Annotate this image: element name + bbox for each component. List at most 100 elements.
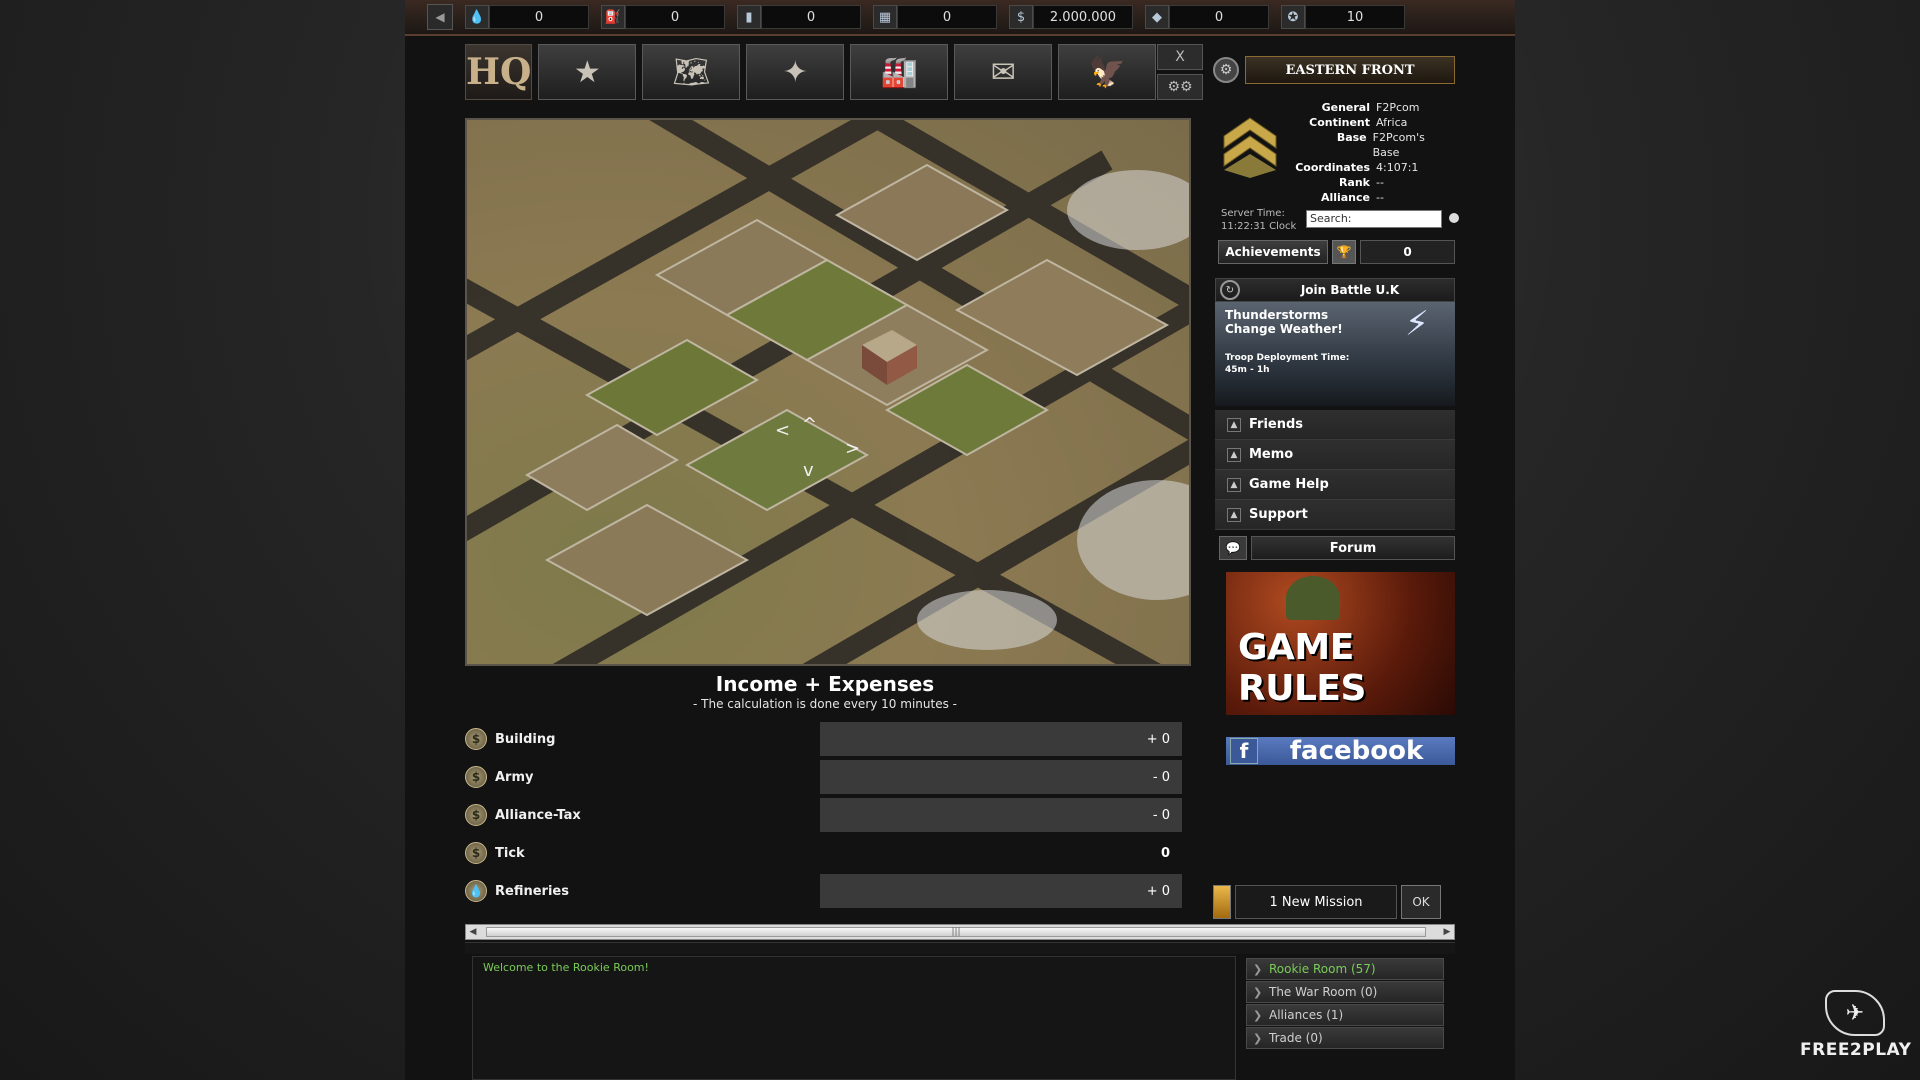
resource-item[interactable]: ◆ 0: [1145, 4, 1281, 30]
forum-row: 💬 Forum: [1219, 536, 1455, 560]
medal-icon: ✪: [1281, 5, 1305, 29]
resource-item[interactable]: $ 2.000.000: [1009, 4, 1145, 30]
chevron-right-icon: ❯: [1253, 1008, 1263, 1022]
army-tab[interactable]: ★: [538, 44, 637, 100]
resource-value: 0: [1169, 5, 1269, 29]
resource-value: 10: [1305, 5, 1405, 29]
income-row: 💧 Refineries + 0: [465, 872, 1185, 910]
chat-room-tab[interactable]: ❯ Alliances (1): [1246, 1004, 1444, 1026]
chat-room-tab[interactable]: ❯ Rookie Room (57): [1246, 958, 1444, 980]
chat-divider[interactable]: [465, 942, 1455, 954]
map-tab[interactable]: 🗺: [642, 44, 741, 100]
side-link-label: Friends: [1249, 417, 1304, 432]
trophy-icon: 🏆: [1332, 240, 1356, 264]
alliance-tab[interactable]: 🦅: [1058, 44, 1157, 100]
expand-arrow-icon: ▲: [1227, 507, 1241, 522]
horizontal-scrollbar[interactable]: ◀ ||| ▶: [465, 924, 1455, 940]
income-row: $ Alliance-Tax - 0: [465, 796, 1185, 834]
facebook-icon: f: [1230, 738, 1258, 764]
chat-message: Welcome to the Rookie Room!: [483, 961, 649, 974]
base-map[interactable]: < > ^ v: [465, 118, 1191, 666]
coin-icon: $: [465, 728, 487, 750]
collapse-arrow-icon[interactable]: ◀: [427, 4, 453, 30]
nav-controls: X ⚙⚙: [1157, 44, 1203, 104]
chevron-right-icon: ❯: [1253, 1031, 1263, 1045]
achievements-count: 0: [1360, 240, 1455, 264]
money-icon: $: [1009, 5, 1033, 29]
front-name[interactable]: EASTERN FRONT: [1245, 56, 1455, 84]
svg-text:v: v: [803, 460, 814, 481]
mission-bar: 1 New Mission OK: [1213, 885, 1455, 919]
chat-room-tab[interactable]: ❯ Trade (0): [1246, 1027, 1444, 1049]
resource-bar: ◀ 💧 0 ⛽ 0 ▮ 0 ▦ 0 $ 2.000.000 ◆ 0 ✪ 10: [405, 0, 1515, 36]
resource-item[interactable]: ✪ 10: [1281, 4, 1417, 30]
star-icon: ★: [573, 54, 601, 90]
resource-value: 0: [897, 5, 997, 29]
resource-item[interactable]: ▦ 0: [873, 4, 1009, 30]
side-links: ▲ Friends ▲ Memo ▲ Game Help ▲ Support: [1215, 410, 1455, 530]
new-mission-button[interactable]: 1 New Mission: [1235, 885, 1397, 919]
emblem-icon[interactable]: ⚙: [1213, 57, 1239, 83]
coin-icon: $: [465, 766, 487, 788]
soldier-helmet-icon: [1286, 576, 1340, 620]
profile-key: Rank: [1338, 176, 1370, 189]
refresh-icon[interactable]: ↻: [1220, 280, 1240, 300]
chat-window[interactable]: Welcome to the Rookie Room!: [472, 956, 1236, 1080]
income-list: $ Building + 0 $ Army - 0 $ Alliance-Tax -…: [465, 720, 1185, 920]
mission-ok-button[interactable]: OK: [1401, 885, 1441, 919]
income-label: Building: [495, 731, 556, 747]
game-rules-banner[interactable]: GAME RULES: [1226, 572, 1455, 715]
expand-arrow-icon: ▲: [1227, 417, 1241, 432]
side-link-friends[interactable]: ▲ Friends: [1215, 410, 1455, 440]
side-link-label: Support: [1249, 507, 1308, 522]
settings-gears-icon[interactable]: ⚙⚙: [1157, 74, 1203, 100]
search-input[interactable]: Search:: [1306, 210, 1442, 228]
hq-tab[interactable]: HQ: [465, 44, 533, 100]
profile-panel: General F2Pcom Continent Africa Base F2Pco…: [1222, 98, 1452, 204]
side-link-label: Memo: [1249, 447, 1294, 462]
scroll-thumb[interactable]: |||: [486, 927, 1426, 937]
brand-label: FREE2PLAY: [1800, 1040, 1912, 1060]
profile-key: Base: [1336, 131, 1367, 144]
chevron-right-icon: ❯: [1253, 985, 1263, 999]
income-row: $ Tick 0: [465, 834, 1185, 872]
messages-tab[interactable]: ✉: [954, 44, 1053, 100]
free2play-watermark: ✈ FREE2PLAY: [1800, 990, 1912, 1060]
search-button[interactable]: [1449, 213, 1459, 223]
income-value: + 0: [820, 722, 1182, 756]
forum-button[interactable]: Forum: [1251, 536, 1455, 560]
side-link-memo[interactable]: ▲ Memo: [1215, 440, 1455, 470]
resource-item[interactable]: ▮ 0: [737, 4, 873, 30]
svg-text:<: <: [775, 420, 790, 441]
battle-headline-1: Thunderstorms: [1225, 308, 1329, 322]
resource-value: 0: [761, 5, 861, 29]
buildings-tab[interactable]: 🏭: [850, 44, 949, 100]
scroll-left-icon[interactable]: ◀: [466, 925, 480, 939]
chat-room-tab[interactable]: ❯ The War Room (0): [1246, 981, 1444, 1003]
profile-value: Africa: [1376, 116, 1408, 129]
gold-icon: ◆: [1145, 5, 1169, 29]
deploy-time: 45m - 1h: [1225, 365, 1270, 375]
side-link-label: Game Help: [1249, 477, 1329, 492]
chat-room-label: The War Room (0): [1269, 985, 1378, 999]
facebook-banner[interactable]: f facebook: [1226, 736, 1455, 766]
side-link-game-help[interactable]: ▲ Game Help: [1215, 470, 1455, 500]
resource-value: 2.000.000: [1033, 5, 1133, 29]
isometric-map: < > ^ v: [467, 120, 1189, 664]
income-value: + 0: [820, 874, 1182, 908]
achievements-button[interactable]: Achievements: [1218, 240, 1328, 264]
close-button[interactable]: X: [1157, 44, 1203, 70]
battle-header[interactable]: ↻ Join Battle U.K: [1215, 278, 1455, 302]
profile-key: Coordinates: [1295, 161, 1370, 174]
side-link-support[interactable]: ▲ Support: [1215, 500, 1455, 530]
income-row: $ Army - 0: [465, 758, 1185, 796]
income-label: Refineries: [495, 883, 569, 899]
resource-item[interactable]: 💧 0: [465, 4, 601, 30]
deploy-label: Troop Deployment Time:: [1225, 353, 1350, 363]
fuel-icon: ⛽: [601, 5, 625, 29]
air-force-tab[interactable]: ✦: [746, 44, 845, 100]
resource-item[interactable]: ⛽ 0: [601, 4, 737, 30]
profile-value: --: [1376, 191, 1384, 204]
scroll-right-icon[interactable]: ▶: [1440, 925, 1454, 939]
battle-banner[interactable]: Thunderstorms Change Weather! Troop Depl…: [1215, 302, 1455, 406]
